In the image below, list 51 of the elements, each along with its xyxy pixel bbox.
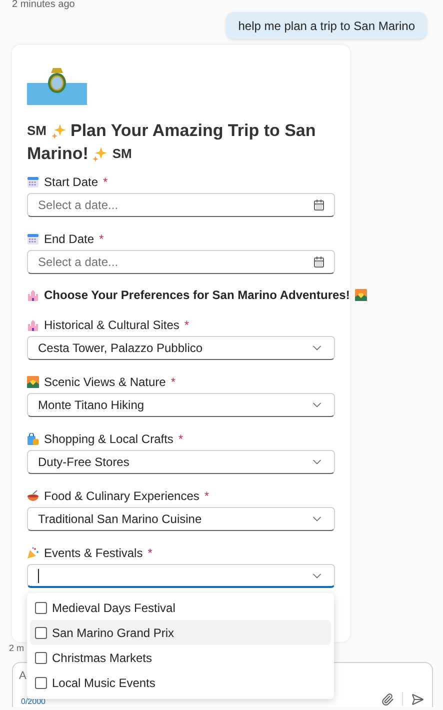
field-label: Scenic Views & Nature [44,375,166,389]
timestamp: 2 minutes ago [12,0,76,10]
field-label: Events & Festivals [44,546,143,560]
checkbox[interactable] [35,602,47,614]
calendar-icon [27,176,39,188]
card-title: Marino! [27,143,88,165]
party-popper-icon [27,547,39,559]
checkbox[interactable] [35,676,47,688]
required-mark: * [170,375,176,389]
required-mark: * [184,318,190,332]
sparkles-icon [92,146,108,162]
castle-icon [27,319,39,331]
sparkles-icon [50,122,66,138]
required-mark: * [178,432,184,446]
select-field[interactable]: Traditional San Marino Cuisine [27,507,335,531]
date-field[interactable]: Select a date... [27,250,335,274]
send-icon[interactable] [411,692,424,706]
attach-icon[interactable] [381,692,394,706]
castle-icon [27,289,39,301]
required-mark: * [99,232,104,246]
dropdown-option[interactable]: San Marino Grand Prix [30,620,331,645]
section-heading: Choose Your Preferences for San Marino Adventures! [44,288,350,302]
field-label: End Date [44,232,94,246]
sunrise-icon [27,376,39,388]
bowl-icon [27,490,39,502]
checkbox[interactable] [35,652,47,664]
field-label: Shopping & Local Crafts [44,432,174,446]
flag-code: SM [112,145,132,163]
date-field[interactable]: Select a date... [27,193,335,217]
select-field[interactable]: Cesta Tower, Palazzo Pubblico [27,336,335,360]
card-title: Plan Your Amazing Trip to San [70,120,316,142]
sunrise-icon [354,289,367,301]
calendar-icon [27,233,39,245]
select-field[interactable]: Monte Titano Hiking [27,393,335,417]
required-mark: * [204,489,210,503]
combo-field[interactable] [27,564,335,588]
timestamp: 2 m [9,643,24,653]
field-label: Food & Culinary Experiences [44,489,200,503]
select-field[interactable]: Duty-Free Stores [27,450,335,474]
calendar-icon[interactable] [313,256,325,268]
user-message: help me plan a trip to San Marino [226,12,427,39]
calendar-icon[interactable] [313,199,325,211]
field-label: Start Date [44,175,98,189]
checkbox[interactable] [35,626,47,638]
flag-icon [27,67,87,105]
required-mark: * [148,546,152,560]
message-input[interactable]: A [19,668,27,684]
flag-code: SM [27,122,46,140]
shopping-bag-icon [27,433,39,445]
required-mark: * [103,175,108,189]
field-label: Historical & Cultural Sites [44,318,180,332]
